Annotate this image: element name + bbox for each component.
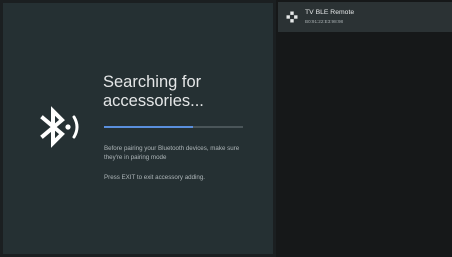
search-progress-bar (104, 126, 243, 128)
pairing-instructions: Before pairing your Bluetooth devices, m… (104, 145, 240, 161)
bluetooth-pairing-screen: Searching for accessories... Before pair… (0, 0, 452, 257)
device-list-panel (276, 0, 452, 257)
search-progress-fill (104, 126, 193, 128)
title-line-1: Searching for (103, 73, 202, 91)
exit-hint: Press EXIT to exit accessory adding. (104, 174, 205, 181)
device-name: TV BLE Remote (305, 9, 355, 16)
page-title: Searching for accessories... (103, 73, 263, 111)
device-list-item[interactable]: TV BLE Remote B0:91:22:E3:98:98 (278, 2, 452, 32)
bluetooth-searching-icon (40, 106, 79, 148)
gamepad-icon (286, 11, 298, 23)
device-address: B0:91:22:E3:98:98 (305, 19, 344, 24)
title-line-2: accessories... (103, 92, 204, 110)
